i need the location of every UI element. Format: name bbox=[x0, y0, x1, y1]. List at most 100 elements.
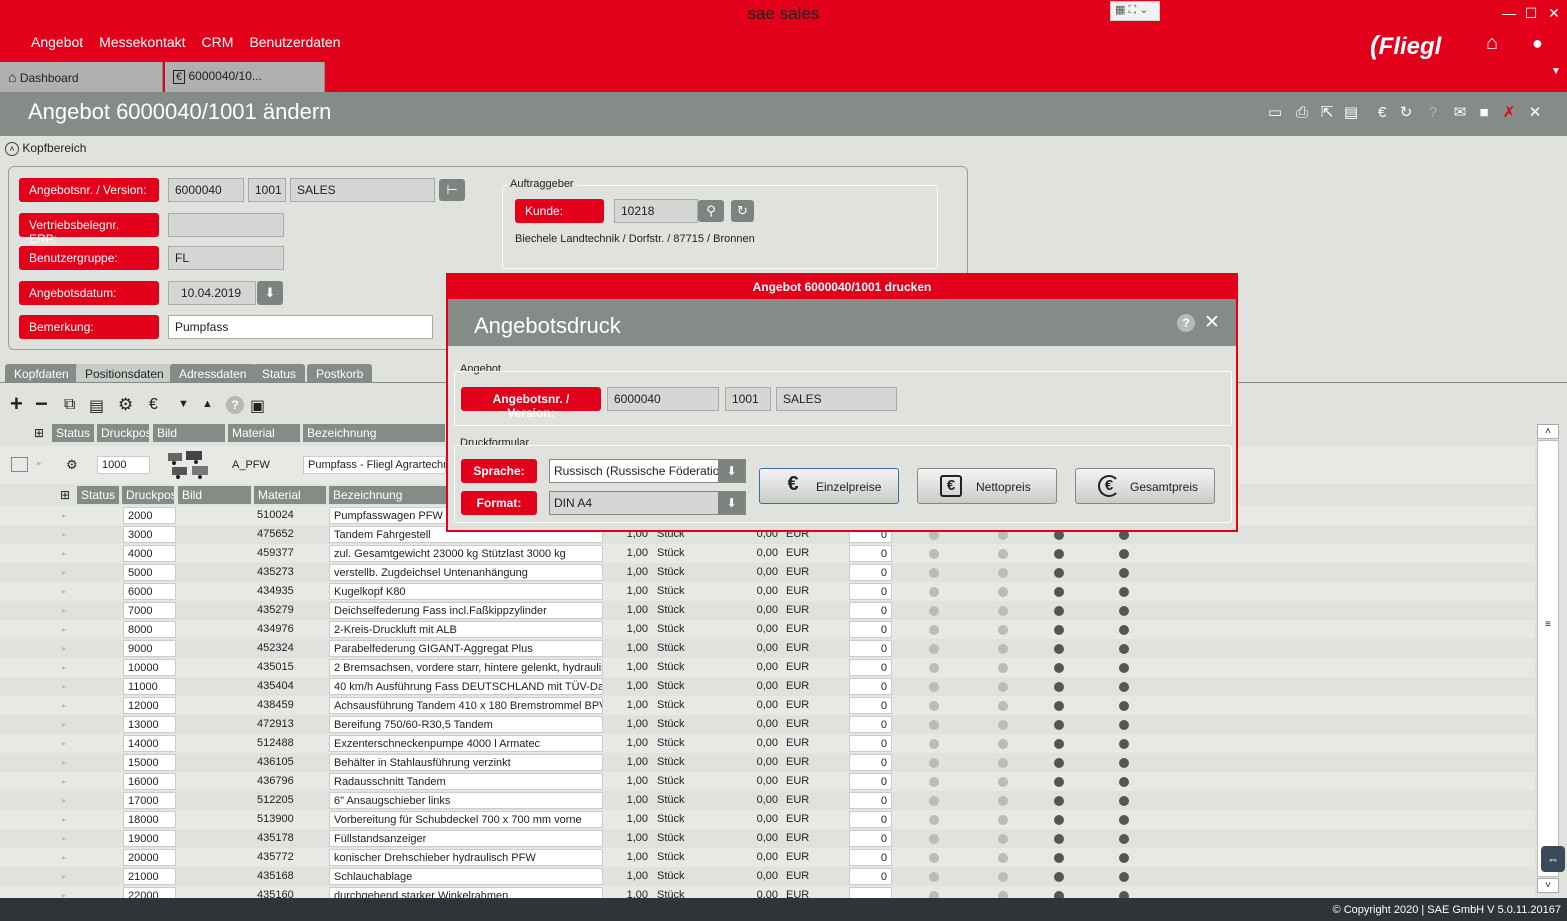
table-row[interactable]: ▸ 18000 513900 Vorbereitung für Schubdeckel… bbox=[0, 810, 1535, 829]
rabatt-cell[interactable]: 0 bbox=[849, 849, 892, 866]
refresh-icon[interactable]: ↻ bbox=[731, 200, 754, 222]
scroll-down-icon[interactable]: ˅ bbox=[1537, 878, 1559, 893]
version-field[interactable]: 1001 bbox=[248, 178, 286, 202]
erp-field[interactable] bbox=[168, 213, 284, 237]
col-druckpos[interactable]: Druckpos bbox=[97, 424, 150, 442]
branch-icon[interactable]: ⊢ bbox=[439, 179, 465, 201]
collapse-toggle[interactable] bbox=[11, 457, 28, 472]
column-chooser-icon[interactable]: ⊞ bbox=[60, 488, 70, 502]
tab-dashboard[interactable]: ⌂ Dashboard bbox=[0, 62, 163, 92]
bezeichnung-cell[interactable]: konischer Drehschieber hydraulisch PFW bbox=[329, 849, 603, 866]
sales-field[interactable]: SALES bbox=[290, 178, 435, 202]
tab-positionsdaten[interactable]: Positionsdaten bbox=[76, 364, 173, 382]
bezeichnung-cell[interactable]: Schlauchablage bbox=[329, 868, 603, 885]
nettopreis-button[interactable]: € Nettopreis bbox=[917, 468, 1057, 504]
druckpos-cell[interactable]: 3000 bbox=[123, 526, 176, 543]
table-row[interactable]: ▸ 21000 435168 Schlauchablage 1,00 Stück 0,00 E… bbox=[0, 867, 1535, 886]
home-icon[interactable]: ⌂ bbox=[1486, 32, 1498, 55]
bezeichnung-cell[interactable]: 6" Ansaugschieber links bbox=[329, 792, 603, 809]
bezeichnung-cell[interactable]: Radausschnitt Tandem bbox=[329, 773, 603, 790]
table-row[interactable]: ▸ 11000 435404 40 km/h Ausführung Fass DEUT… bbox=[0, 677, 1535, 696]
mail-icon[interactable]: ✉ bbox=[1451, 104, 1469, 122]
col-material[interactable]: Material bbox=[254, 486, 327, 504]
table-row[interactable]: ▸ 12000 438459 Achsausführung Tandem 410 x … bbox=[0, 696, 1535, 715]
col-bild[interactable]: Bild bbox=[153, 424, 226, 442]
rabatt-cell[interactable]: 0 bbox=[849, 697, 892, 714]
tab-postkorb[interactable]: Postkorb bbox=[307, 364, 373, 382]
bezeichnung-cell[interactable]: 2 Bremsachsen, vordere starr, hintere ge… bbox=[329, 659, 603, 676]
bezeichnung-cell[interactable]: 40 km/h Ausführung Fass DEUTSCHLAND mit … bbox=[329, 678, 603, 695]
rabatt-cell[interactable]: 0 bbox=[849, 602, 892, 619]
gesamtpreis-button[interactable]: € Gesamtpreis bbox=[1075, 468, 1215, 504]
table-row[interactable]: ▸ 7000 435279 Deichselfederung Fass incl.Fa… bbox=[0, 601, 1535, 620]
sprache-select[interactable]: Russisch (Russische Föderation) ⬇ bbox=[549, 459, 746, 483]
rabatt-cell[interactable]: 0 bbox=[849, 564, 892, 581]
druckpos-cell[interactable]: 16000 bbox=[123, 773, 176, 790]
table-row[interactable]: ▸ 5000 435273 verstellb. Zugdeichsel Untena… bbox=[0, 563, 1535, 582]
table-row[interactable]: ▸ 6000 434935 Kugelkopf K80 1,00 Stück 0,00 EUR… bbox=[0, 582, 1535, 601]
druckpos-cell[interactable]: 9000 bbox=[123, 640, 176, 657]
bezeichnung-cell[interactable]: zul. Gesamtgewicht 23000 kg Stützlast 30… bbox=[329, 545, 603, 562]
search-icon[interactable]: ⚲ bbox=[698, 200, 724, 222]
col-bezeichnung[interactable]: Bezeichnung bbox=[303, 424, 446, 442]
rabatt-cell[interactable]: 0 bbox=[849, 830, 892, 847]
einzelpreise-button[interactable]: € Einzelpreise bbox=[759, 468, 899, 504]
user-icon[interactable]: ● bbox=[1532, 33, 1543, 54]
druckpos-cell[interactable]: 5000 bbox=[123, 564, 176, 581]
move-down-icon[interactable]: ▼ bbox=[178, 398, 189, 410]
dialog-sales-field[interactable]: SALES bbox=[776, 387, 897, 411]
rabatt-cell[interactable]: 0 bbox=[849, 716, 892, 733]
delete-icon[interactable]: ✗ bbox=[1500, 104, 1518, 122]
druckpos-cell[interactable]: 17000 bbox=[123, 792, 176, 809]
kopfbereich-toggle[interactable]: ˄ Kopfbereich bbox=[5, 141, 86, 156]
col-druckpos[interactable]: Druckpos bbox=[122, 486, 175, 504]
bezeichnung-cell[interactable]: 2-Kreis-Druckluft mit ALB bbox=[329, 621, 603, 638]
parent-druckpos[interactable]: 1000 bbox=[97, 456, 150, 474]
druckpos-cell[interactable]: 20000 bbox=[123, 849, 176, 866]
format-select[interactable]: DIN A4 ⬇ bbox=[549, 491, 746, 515]
snap-layout-widget[interactable]: ▦ ⛶ ⌄ bbox=[1110, 1, 1160, 21]
remove-icon[interactable]: − bbox=[35, 393, 48, 415]
table-row[interactable]: ▸ 15000 436105 Behälter in Stahlausführung … bbox=[0, 753, 1535, 772]
maximize-icon[interactable]: ☐ bbox=[1520, 5, 1542, 22]
col-status[interactable]: Status bbox=[77, 486, 120, 504]
druckpos-cell[interactable]: 2000 bbox=[123, 507, 176, 524]
benutzergruppe-field[interactable]: FL bbox=[168, 246, 284, 270]
help-icon[interactable]: ? bbox=[226, 396, 244, 414]
druckpos-cell[interactable]: 13000 bbox=[123, 716, 176, 733]
print-icon[interactable]: ⎙ bbox=[1293, 104, 1311, 122]
document-icon[interactable]: ▤ bbox=[89, 396, 104, 416]
druckpos-cell[interactable]: 21000 bbox=[123, 868, 176, 885]
table-row[interactable]: ▸ 16000 436796 Radausschnitt Tandem 1,00 Stüc… bbox=[0, 772, 1535, 791]
druckpos-cell[interactable]: 6000 bbox=[123, 583, 176, 600]
tab-adressdaten[interactable]: Adressdaten bbox=[170, 364, 256, 382]
table-row[interactable]: ▸ 14000 512488 Exzenterschneckenpumpe 4000 … bbox=[0, 734, 1535, 753]
table-row[interactable]: ▸ 9000 452324 Parabelfederung GIGANT-Aggreg… bbox=[0, 639, 1535, 658]
col-bild[interactable]: Bild bbox=[178, 486, 252, 504]
date-picker-icon[interactable]: ⬇ bbox=[257, 281, 283, 305]
bemerkung-field[interactable]: Pumpfass bbox=[168, 315, 433, 339]
table-row[interactable]: ▸ 8000 434976 2-Kreis-Druckluft mit ALB 1,00… bbox=[0, 620, 1535, 639]
table-row[interactable]: ▸ 19000 435178 Füllstandsanzeiger 1,00 Stück 0… bbox=[0, 829, 1535, 848]
druckpos-cell[interactable]: 10000 bbox=[123, 659, 176, 676]
rabatt-cell[interactable]: 0 bbox=[849, 621, 892, 638]
col-status[interactable]: Status bbox=[52, 424, 95, 442]
druckpos-cell[interactable]: 15000 bbox=[123, 754, 176, 771]
bezeichnung-cell[interactable]: durchgehend starker Winkelrahmen bbox=[329, 887, 603, 898]
parent-bezeichnung[interactable]: Pumpfass - Fliegl Agrartechn bbox=[303, 456, 446, 474]
bezeichnung-cell[interactable]: Vorbereitung für Schubdeckel 700 x 700 m… bbox=[329, 811, 603, 828]
rabatt-cell[interactable] bbox=[849, 887, 892, 898]
druckpos-cell[interactable]: 19000 bbox=[123, 830, 176, 847]
druckpos-cell[interactable]: 12000 bbox=[123, 697, 176, 714]
export-icon[interactable]: ⇱ bbox=[1318, 104, 1336, 122]
tab-angebot[interactable]: € 6000040/10... bbox=[165, 62, 325, 92]
dialog-nr-field[interactable]: 6000040 bbox=[607, 387, 719, 411]
save-icon[interactable]: ■ bbox=[1475, 104, 1493, 122]
bezeichnung-cell[interactable]: Bereifung 750/60-R30,5 Tandem bbox=[329, 716, 603, 733]
tab-status[interactable]: Status bbox=[253, 364, 306, 382]
dialog-version-field[interactable]: 1001 bbox=[725, 387, 771, 411]
druckpos-cell[interactable]: 4000 bbox=[123, 545, 176, 562]
col-material[interactable]: Material bbox=[228, 424, 301, 442]
euro-icon[interactable]: € bbox=[1373, 104, 1391, 122]
tab-overflow-icon[interactable]: ▼ bbox=[1551, 66, 1561, 77]
